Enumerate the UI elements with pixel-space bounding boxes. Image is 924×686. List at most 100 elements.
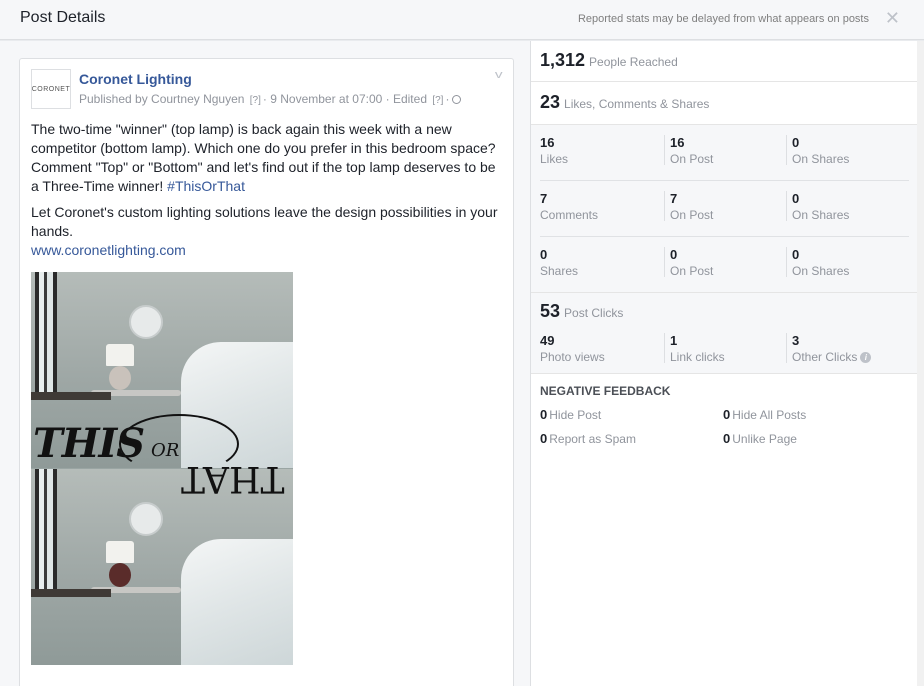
- unlike-page-stat: 0 Unlike Page: [723, 431, 797, 446]
- post-clicks-breakdown: 49 Photo views 1 Link clicks 3 Other Clicks…: [531, 333, 918, 369]
- post-paragraph-2: Let Coronet's custom lighting solutions …: [31, 204, 498, 239]
- help-link-publisher[interactable]: [?]: [250, 95, 261, 106]
- post-clicks-section: 53 Post Clicks 49 Photo views 1 Link clicks…: [531, 293, 918, 374]
- likes-on-shares: 0 On Shares: [786, 135, 904, 166]
- post-pane: CORONET Coronet Lighting Published by Co…: [0, 41, 530, 686]
- hide-all-posts-stat: 0 Hide All Posts: [723, 407, 806, 422]
- stat-label: Hide All Posts: [732, 408, 807, 422]
- page-name-link[interactable]: Coronet Lighting: [79, 71, 192, 87]
- window-graphic: [35, 272, 57, 392]
- lamp-base-graphic: [109, 366, 131, 390]
- stat-label: On Post: [670, 208, 714, 222]
- post-text-1: The two-time "winner" (top lamp) is back…: [31, 121, 496, 194]
- comments-on-post: 7 On Post: [664, 191, 782, 222]
- comments-row: 7 Comments 7 On Post 0 On Shares: [531, 181, 918, 237]
- overlay-this: THIS: [33, 420, 145, 467]
- help-link-edited[interactable]: [?]: [432, 95, 443, 106]
- stat-value: 3: [792, 333, 800, 348]
- delay-note: Reported stats may be delayed from what …: [577, 13, 869, 25]
- stat-label: Report as Spam: [549, 432, 636, 446]
- stats-pane: 1,312 People Reached 23 Likes, Comments & …: [530, 41, 918, 686]
- engagement-grid: 16 Likes 16 On Post 0 On Shares 7 Comments 7…: [531, 125, 918, 293]
- post-paragraph-1: The two-time "winner" (top lamp) is back…: [31, 120, 506, 196]
- stat-label: On Shares: [792, 208, 850, 222]
- hashtag-link[interactable]: #ThisOrThat: [167, 178, 245, 194]
- this-or-that-overlay: THIS OR THAT: [31, 414, 293, 499]
- clock-graphic: [129, 305, 163, 339]
- other-clicks-stat: 3 Other Clicks i: [786, 333, 904, 364]
- people-reached-row: 1,312 People Reached: [531, 41, 918, 82]
- stat-label: On Shares: [792, 264, 850, 278]
- overlay-or: OR: [151, 440, 180, 461]
- negative-feedback-section: NEGATIVE FEEDBACK 0 Hide Post 0 Hide All P…: [531, 374, 918, 474]
- post-photo[interactable]: THIS OR THAT: [31, 272, 293, 665]
- post-clicks-value: 53: [540, 301, 561, 321]
- likes-on-post: 16 On Post: [664, 135, 782, 166]
- bed-graphic: [181, 539, 293, 665]
- dialog-title: Post Details: [20, 9, 106, 26]
- stat-value: 0: [723, 407, 731, 422]
- photo-views-stat: 49 Photo views: [540, 333, 658, 364]
- stat-value: 0: [792, 191, 800, 206]
- other-clicks-label: Other Clicks: [792, 350, 858, 364]
- globe-icon[interactable]: [452, 95, 462, 104]
- hide-post-stat: 0 Hide Post: [540, 407, 601, 422]
- stat-value: 0: [540, 407, 548, 422]
- post-date[interactable]: · 9 November at 07:00 · Edited: [263, 92, 427, 106]
- stat-label: On Post: [670, 264, 714, 278]
- clock-graphic: [129, 502, 163, 536]
- post-card: CORONET Coronet Lighting Published by Co…: [19, 58, 514, 686]
- stat-label: On Shares: [792, 152, 850, 166]
- close-icon[interactable]: ✕: [885, 8, 900, 29]
- report-spam-stat: 0 Report as Spam: [540, 431, 636, 446]
- stat-label: Shares: [540, 264, 579, 278]
- published-by: Published by Courtney Nguyen: [79, 92, 245, 106]
- title-bar: Post Details Reported stats may be delay…: [0, 0, 924, 40]
- shares-on-post: 0 On Post: [664, 247, 782, 278]
- overlay-that: THAT: [181, 458, 285, 499]
- link-clicks-stat: 1 Link clicks: [664, 333, 782, 364]
- stat-value: 1: [670, 333, 678, 348]
- lamp-shade-graphic: [106, 344, 134, 366]
- stat-label: Unlike Page: [732, 432, 797, 446]
- stat-value: 0: [540, 247, 548, 262]
- people-reached-value: 1,312: [540, 50, 586, 70]
- shelf-graphic: [31, 589, 111, 597]
- info-icon[interactable]: i: [860, 352, 872, 363]
- negative-feedback-title: NEGATIVE FEEDBACK: [540, 384, 671, 398]
- stat-label: On Post: [670, 152, 714, 166]
- stat-label: Hide Post: [549, 408, 602, 422]
- shelf-graphic: [31, 392, 111, 400]
- scrollbar[interactable]: [917, 41, 924, 686]
- shares-on-shares: 0 On Shares: [786, 247, 904, 278]
- shares-total: 0 Shares: [540, 247, 658, 278]
- website-link[interactable]: www.coronetlighting.com: [31, 241, 506, 260]
- comments-total: 7 Comments: [540, 191, 658, 222]
- stat-label: Link clicks: [670, 350, 725, 364]
- stat-value: 0: [670, 247, 678, 262]
- stat-value: 16: [540, 135, 555, 150]
- chevron-down-icon[interactable]: v: [494, 69, 502, 81]
- lamp-base-graphic: [109, 563, 131, 587]
- stat-value: 0: [792, 247, 800, 262]
- engagement-label: Likes, Comments & Shares: [564, 97, 710, 111]
- stat-value: 0: [723, 431, 731, 446]
- comments-on-shares: 0 On Shares: [786, 191, 904, 222]
- stat-label: Other Clicks i: [792, 350, 904, 364]
- stat-value: 7: [670, 191, 678, 206]
- shares-row: 0 Shares 0 On Post 0 On Shares: [531, 237, 918, 293]
- stat-label: Photo views: [540, 350, 605, 364]
- people-reached-label: People Reached: [589, 55, 678, 69]
- post-message: The two-time "winner" (top lamp) is back…: [31, 120, 506, 260]
- engagement-row: 23 Likes, Comments & Shares: [531, 82, 918, 125]
- page-logo[interactable]: CORONET: [31, 69, 71, 109]
- stat-value: 0: [540, 431, 548, 446]
- stat-label: Comments: [540, 208, 599, 222]
- separator-dot: ·: [445, 92, 450, 106]
- post-clicks-label: Post Clicks: [564, 306, 624, 320]
- stat-value: 0: [792, 135, 800, 150]
- likes-row: 16 Likes 16 On Post 0 On Shares: [531, 125, 918, 181]
- post-clicks-header: 53 Post Clicks: [540, 301, 623, 322]
- stat-value: 7: [540, 191, 548, 206]
- stat-value: 16: [670, 135, 685, 150]
